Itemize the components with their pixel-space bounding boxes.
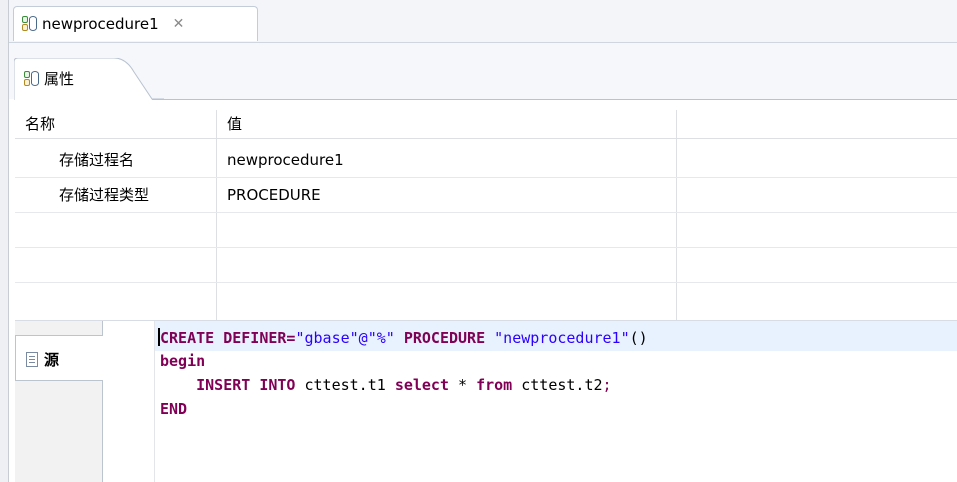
table-row-empty bbox=[15, 248, 957, 283]
properties-tab-underline bbox=[152, 99, 957, 100]
close-icon[interactable]: ✕ bbox=[173, 16, 185, 32]
left-edge-border bbox=[0, 0, 9, 482]
editor-tab-bar: newprocedure1 ✕ bbox=[9, 0, 957, 43]
table-row-empty bbox=[15, 283, 957, 317]
editor-tab-label: newprocedure1 bbox=[42, 15, 159, 33]
source-tab[interactable]: 源 bbox=[15, 335, 103, 381]
table-row[interactable]: 存储过程类型 PROCEDURE bbox=[15, 178, 957, 213]
property-name: 存储过程名 bbox=[59, 151, 135, 169]
column-header-value[interactable]: 值 bbox=[227, 110, 242, 138]
procedure-db-icon bbox=[24, 70, 40, 88]
code-text: () bbox=[629, 329, 648, 347]
code-keyword: END bbox=[160, 400, 188, 418]
code-text: cttest.t1 bbox=[295, 376, 395, 394]
code-line-2[interactable]: begin bbox=[160, 352, 205, 370]
code-line-3[interactable]: INSERT INTO cttest.t1 select * from ctte… bbox=[160, 376, 612, 394]
code-semicolon: ; bbox=[602, 376, 612, 394]
procedure-db-icon bbox=[22, 15, 38, 33]
property-value: newprocedure1 bbox=[227, 151, 344, 169]
code-keyword: PROCEDURE bbox=[394, 329, 495, 347]
document-icon bbox=[26, 352, 38, 367]
table-row-empty bbox=[15, 213, 957, 248]
properties-table-header: 名称 值 bbox=[15, 110, 957, 139]
table-row[interactable]: 存储过程名 newprocedure1 bbox=[15, 143, 957, 178]
properties-tab[interactable]: 属性 bbox=[14, 58, 164, 100]
code-keyword: INSERT INTO bbox=[196, 376, 296, 394]
text-caret bbox=[158, 328, 160, 346]
code-keyword: begin bbox=[160, 352, 206, 370]
column-header-name[interactable]: 名称 bbox=[25, 110, 55, 138]
properties-tab-label: 属性 bbox=[44, 70, 75, 88]
code-line-4[interactable]: END bbox=[160, 400, 187, 418]
code-text: cttest.t2 bbox=[512, 376, 603, 394]
code-string: "gbase"@"%" bbox=[295, 329, 395, 347]
code-text: * bbox=[449, 376, 477, 394]
code-line-1[interactable]: CREATE DEFINER="gbase"@"%" PROCEDURE "ne… bbox=[160, 329, 648, 347]
editor-tab-newprocedure1[interactable]: newprocedure1 ✕ bbox=[13, 6, 258, 41]
code-keyword: select bbox=[394, 376, 449, 394]
source-tab-label: 源 bbox=[44, 351, 60, 369]
code-string: "newprocedure1" bbox=[494, 329, 630, 347]
code-keyword: CREATE DEFINER= bbox=[160, 329, 296, 347]
editor-gutter-line bbox=[154, 321, 155, 482]
code-keyword: from bbox=[476, 376, 513, 394]
property-value: PROCEDURE bbox=[227, 186, 321, 204]
property-name: 存储过程类型 bbox=[59, 186, 150, 204]
